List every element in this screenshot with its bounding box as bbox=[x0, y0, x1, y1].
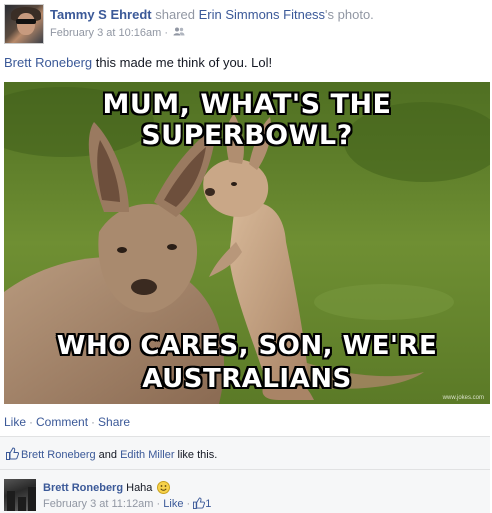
comment-item: Brett Roneberg Haha February 3 at 11:12a… bbox=[0, 471, 490, 513]
shared-label: shared bbox=[155, 7, 195, 22]
likes-text: Brett Roneberg and Edith Miller like thi… bbox=[21, 449, 217, 461]
thumbs-up-icon bbox=[193, 497, 206, 509]
comment-like-count[interactable]: 1 bbox=[193, 497, 212, 510]
post-actions: Like · Comment · Share bbox=[4, 415, 130, 429]
commenter-avatar[interactable] bbox=[4, 479, 36, 511]
author-avatar[interactable] bbox=[4, 4, 44, 44]
meme-caption-bottom: WHO CARES, SON, WE'RE AUSTRALIANS bbox=[4, 330, 490, 396]
liker-link[interactable]: Edith Miller bbox=[120, 449, 174, 461]
mention-link[interactable]: Brett Roneberg bbox=[4, 55, 92, 70]
comment-button[interactable]: Comment bbox=[36, 415, 88, 429]
action-separator: · bbox=[91, 415, 96, 429]
friends-icon[interactable] bbox=[173, 27, 185, 39]
thumbs-up-icon bbox=[6, 447, 20, 463]
photo-watermark: www.jokes.com bbox=[442, 395, 484, 401]
feedback-section: Brett Roneberg and Edith Miller like thi… bbox=[0, 436, 490, 513]
comment-body: Brett Roneberg Haha bbox=[43, 481, 171, 497]
meme-caption-top: MUM, WHAT'S THE SUPERBOWL? bbox=[102, 89, 392, 151]
comment-meta-separator: · bbox=[186, 498, 191, 510]
comment-meta: February 3 at 11:12am · Like · 1 bbox=[43, 497, 211, 510]
comment-meta-separator: · bbox=[156, 498, 161, 510]
likes-and: and bbox=[95, 449, 121, 461]
meme-caption-bottom-line1: WHO CARES, SON, WE'RE bbox=[56, 331, 438, 361]
like-button[interactable]: Like bbox=[4, 415, 26, 429]
post-message: Brett Roneberg this made me think of you… bbox=[4, 55, 272, 70]
post-message-text: this made me think of you. Lol! bbox=[92, 55, 273, 70]
action-separator: · bbox=[29, 415, 34, 429]
comment-like-count-value: 1 bbox=[205, 498, 212, 510]
smiley-icon bbox=[157, 481, 171, 497]
shared-photo[interactable]: MUM, WHAT'S THE SUPERBOWL? WHO CARES, SO… bbox=[4, 82, 490, 404]
likes-summary: Brett Roneberg and Edith Miller like thi… bbox=[0, 437, 490, 470]
meme-caption-bottom-line2: AUSTRALIANS bbox=[142, 364, 352, 394]
comment-text: Haha bbox=[126, 482, 153, 494]
share-button[interactable]: Share bbox=[98, 415, 130, 429]
post-timestamp[interactable]: February 3 at 10:16am bbox=[50, 27, 161, 39]
liker-link[interactable]: Brett Roneberg bbox=[21, 449, 96, 461]
source-suffix: 's photo. bbox=[325, 7, 374, 22]
post-header: Tammy S Ehredt shared Erin Simmons Fitne… bbox=[0, 0, 492, 48]
likes-suffix: like this. bbox=[174, 449, 218, 461]
meta-separator: · bbox=[164, 27, 169, 39]
comment-like-button[interactable]: Like bbox=[163, 498, 183, 510]
commenter-name-link[interactable]: Brett Roneberg bbox=[43, 482, 123, 494]
author-line: Tammy S Ehredt shared Erin Simmons Fitne… bbox=[50, 7, 374, 22]
post-meta: February 3 at 10:16am · bbox=[50, 27, 185, 39]
comment-timestamp[interactable]: February 3 at 11:12am bbox=[43, 498, 153, 510]
author-name-link[interactable]: Tammy S Ehredt bbox=[50, 7, 152, 22]
source-page-link[interactable]: Erin Simmons Fitness bbox=[199, 7, 325, 22]
